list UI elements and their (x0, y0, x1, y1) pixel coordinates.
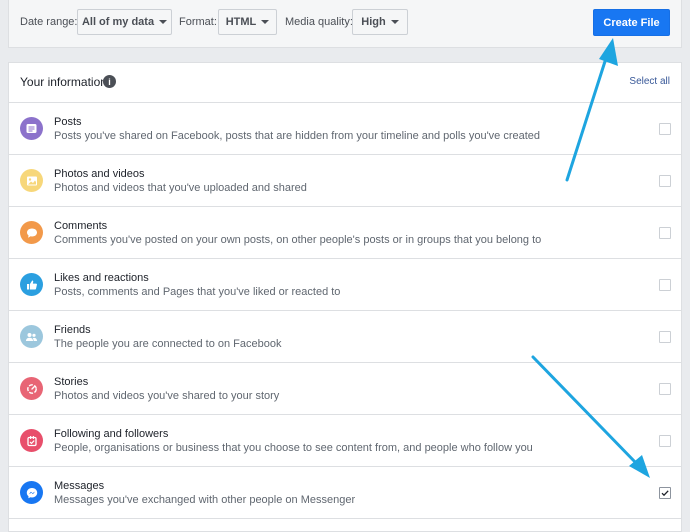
row-description: Messages you've exchanged with other peo… (54, 494, 356, 506)
media-quality-select[interactable]: High (352, 9, 408, 35)
list-item-messages[interactable]: Messages Messages you've exchanged with … (9, 467, 681, 519)
following-icon (20, 429, 43, 452)
row-description: Posts you've shared on Facebook, posts t… (54, 130, 541, 142)
friends-icon (20, 325, 43, 348)
posts-icon (20, 117, 43, 140)
format-select[interactable]: HTML (218, 9, 277, 35)
photos-and-videos-checkbox[interactable] (659, 175, 671, 187)
row-title: Photos and videos (54, 168, 145, 180)
info-icon[interactable]: i (103, 75, 116, 88)
row-title: Following and followers (54, 428, 169, 440)
posts-checkbox[interactable] (659, 123, 671, 135)
list-item-photos-and-videos[interactable]: Photos and videos Photos and videos that… (9, 155, 681, 207)
media-quality-label: Media quality: (285, 16, 353, 28)
likes-icon (20, 273, 43, 296)
comments-icon (20, 221, 43, 244)
photos-icon (20, 169, 43, 192)
row-description: People, organisations or business that y… (54, 442, 533, 454)
your-information-panel: Your information i Select all Posts Post… (8, 62, 682, 532)
list-item-following-and-followers[interactable]: Following and followers People, organisa… (9, 415, 681, 467)
friends-checkbox[interactable] (659, 331, 671, 343)
chevron-down-icon (390, 20, 399, 24)
list-item-friends[interactable]: Friends The people you are connected to … (9, 311, 681, 363)
create-file-button[interactable]: Create File (593, 9, 670, 36)
list-item-posts[interactable]: Posts Posts you've shared on Facebook, p… (9, 103, 681, 155)
row-description: Posts, comments and Pages that you've li… (54, 286, 341, 298)
row-title: Posts (54, 116, 82, 128)
row-description: The people you are connected to on Faceb… (54, 338, 282, 350)
panel-header: Your information i Select all (9, 63, 681, 103)
row-title: Stories (54, 376, 89, 388)
select-all-link[interactable]: Select all (629, 76, 670, 87)
date-range-select[interactable]: All of my data (77, 9, 172, 35)
row-title: Messages (54, 480, 105, 492)
row-title: Likes and reactions (54, 272, 149, 284)
panel-title: Your information (20, 75, 107, 89)
comments-checkbox[interactable] (659, 227, 671, 239)
stories-icon (20, 377, 43, 400)
row-description: Photos and videos you've shared to your … (54, 390, 280, 402)
check-icon (661, 490, 669, 497)
format-value: HTML (225, 16, 257, 28)
media-quality-value: High (361, 16, 386, 28)
row-title: Friends (54, 324, 91, 336)
likes-and-reactions-checkbox[interactable] (659, 279, 671, 291)
stories-checkbox[interactable] (659, 383, 671, 395)
row-title: Comments (54, 220, 108, 232)
chevron-down-icon (159, 20, 168, 24)
list-item-comments[interactable]: Comments Comments you've posted on your … (9, 207, 681, 259)
row-description: Comments you've posted on your own posts… (54, 234, 542, 246)
messages-checkbox[interactable] (659, 487, 671, 499)
format-label: Format: (179, 16, 217, 28)
download-toolbar: Date range: All of my data Format: HTML … (8, 0, 682, 48)
list-item-stories[interactable]: Stories Photos and videos you've shared … (9, 363, 681, 415)
following-and-followers-checkbox[interactable] (659, 435, 671, 447)
row-description: Photos and videos that you've uploaded a… (54, 182, 307, 194)
date-range-value: All of my data (81, 16, 155, 28)
list-item-likes-and-reactions[interactable]: Likes and reactions Posts, comments and … (9, 259, 681, 311)
chevron-down-icon (261, 20, 270, 24)
messenger-icon (20, 481, 43, 504)
date-range-label: Date range: (20, 16, 78, 28)
